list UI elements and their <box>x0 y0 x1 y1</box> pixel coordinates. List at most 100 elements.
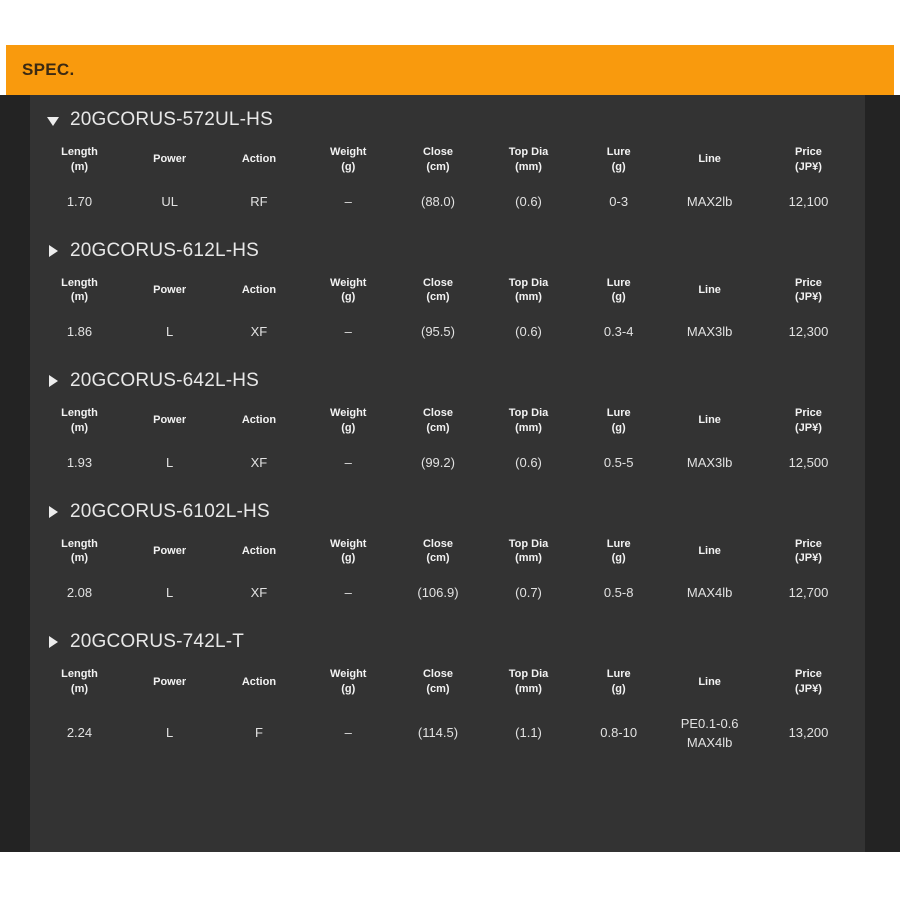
table-row: 1.70 UL RF – (88.0) (0.6) 0-3 MAX2lb 12,100 <box>34 183 861 226</box>
column-header-label: Top Dia <box>508 407 549 420</box>
column-header: Top Dia (mm) <box>483 139 574 183</box>
column-header: Weight (g) <box>304 661 393 705</box>
column-header-label: Action <box>241 675 277 688</box>
column-header-unit: (cm) <box>426 291 450 304</box>
column-header-label: Line <box>698 283 721 296</box>
column-header: Top Dia (mm) <box>483 531 574 575</box>
column-header-unit: (cm) <box>426 552 450 565</box>
cell-weight: – <box>344 454 352 470</box>
cell-close: (95.5) <box>420 324 455 340</box>
column-header-label: Close <box>422 276 453 289</box>
column-header: Close (cm) <box>393 270 483 314</box>
column-header-unit: (cm) <box>426 421 450 434</box>
column-header-label: Line <box>698 153 721 166</box>
cell-action: XF <box>250 454 268 470</box>
column-header-unit: (m) <box>70 291 89 304</box>
column-header: Power <box>125 531 214 575</box>
cell-length: 2.08 <box>66 585 93 601</box>
column-header: Weight (g) <box>304 531 393 575</box>
column-header-unit: (mm) <box>515 421 542 434</box>
column-header-label: Price <box>795 668 822 681</box>
section-header-toggle[interactable]: 20GCORUS-612L-HS <box>34 226 861 268</box>
column-header: Price (JP¥) <box>756 270 861 314</box>
cell-lure: 0.5-5 <box>603 454 634 470</box>
column-header-label: Weight <box>330 668 367 681</box>
table-row: 1.93 L XF – (99.2) (0.6) 0.5-5 MAX3lb 12,500 <box>34 444 861 487</box>
table-header-row: Length (m) Power Action Weight (g) Close (cm) To… <box>34 531 861 575</box>
column-header: Price (JP¥) <box>756 400 861 444</box>
triangle-down-icon[interactable] <box>46 112 62 128</box>
cell-close: (99.2) <box>420 454 455 470</box>
column-header-unit: (cm) <box>426 160 450 173</box>
section-title: 20GCORUS-6102L-HS <box>70 500 270 522</box>
section-title: 20GCORUS-612L-HS <box>70 239 260 261</box>
column-header-label: Length <box>61 407 98 420</box>
section-header-toggle[interactable]: 20GCORUS-742L-T <box>34 617 861 659</box>
column-header: Lure (g) <box>574 661 663 705</box>
cell-close: (114.5) <box>417 725 459 741</box>
column-header-unit: (m) <box>70 421 89 434</box>
column-header-label: Top Dia <box>508 146 549 158</box>
column-header: Action <box>214 270 303 314</box>
section-header-toggle[interactable]: 20GCORUS-6102L-HS <box>34 487 861 529</box>
column-header-label: Action <box>241 414 277 427</box>
cell-price: 12,100 <box>788 193 829 209</box>
column-header: Lure (g) <box>574 531 663 575</box>
column-header-label: Lure <box>606 668 631 681</box>
column-header-label: Power <box>153 545 187 558</box>
column-header-label: Action <box>241 153 277 166</box>
column-header-label: Power <box>153 153 187 166</box>
column-header-label: Price <box>795 407 822 420</box>
column-header: Close (cm) <box>393 661 483 705</box>
column-header: Action <box>214 400 303 444</box>
column-header-unit: (cm) <box>426 682 450 695</box>
column-header-unit: (m) <box>70 552 89 565</box>
cell-top-dia: (0.6) <box>515 454 542 470</box>
column-header-label: Lure <box>606 146 631 158</box>
column-header-label: Close <box>422 668 453 681</box>
cell-length: 1.86 <box>66 324 93 340</box>
cell-line: MAX2lb <box>686 193 733 209</box>
column-header-unit: (mm) <box>515 291 542 304</box>
column-header: Action <box>214 139 303 183</box>
column-header-label: Close <box>422 407 453 420</box>
cell-power: UL <box>161 193 178 209</box>
triangle-right-icon[interactable] <box>46 243 62 259</box>
column-header: Line <box>663 139 756 183</box>
table-header-row: Length (m) Power Action Weight (g) Close (cm) To… <box>34 661 861 705</box>
spec-table: Length (m) Power Action Weight (g) Close (cm) To… <box>34 139 861 226</box>
column-header-unit: (g) <box>611 160 626 173</box>
column-header-label: Length <box>61 537 98 550</box>
column-header-label: Line <box>698 675 721 688</box>
column-header-label: Price <box>795 276 822 289</box>
cell-action: XF <box>250 324 268 340</box>
column-header-unit: (m) <box>70 682 89 695</box>
column-header: Close (cm) <box>393 139 483 183</box>
column-header-label: Length <box>61 668 98 681</box>
column-header: Length (m) <box>34 531 125 575</box>
column-header-label: Lure <box>606 537 631 550</box>
cell-line: MAX4lb <box>686 585 733 601</box>
column-header-label: Action <box>241 283 277 296</box>
column-header: Power <box>125 400 214 444</box>
column-header-label: Weight <box>330 407 367 420</box>
cell-line: MAX3lb <box>686 454 733 470</box>
cell-top-dia: (0.6) <box>515 193 542 209</box>
triangle-right-icon[interactable] <box>46 373 62 389</box>
column-header-unit: (g) <box>341 682 356 695</box>
section-title: 20GCORUS-572UL-HS <box>70 109 273 130</box>
cell-power: L <box>166 454 174 470</box>
cell-price: 12,700 <box>788 585 829 601</box>
triangle-right-icon[interactable] <box>46 634 62 650</box>
column-header-unit: (JP¥) <box>795 160 822 173</box>
section-header-toggle[interactable]: 20GCORUS-572UL-HS <box>34 95 861 137</box>
spec-section: 20GCORUS-572UL-HS Length (m) Power Action Wei… <box>30 95 865 226</box>
column-header-unit: (g) <box>341 160 356 173</box>
column-header-label: Line <box>698 545 721 558</box>
table-header-row: Length (m) Power Action Weight (g) Close (cm) To… <box>34 400 861 444</box>
section-header-toggle[interactable]: 20GCORUS-642L-HS <box>34 356 861 398</box>
column-header-label: Weight <box>330 537 367 550</box>
column-header: Price (JP¥) <box>756 139 861 183</box>
triangle-right-icon[interactable] <box>46 504 62 520</box>
column-header-label: Weight <box>330 146 367 158</box>
